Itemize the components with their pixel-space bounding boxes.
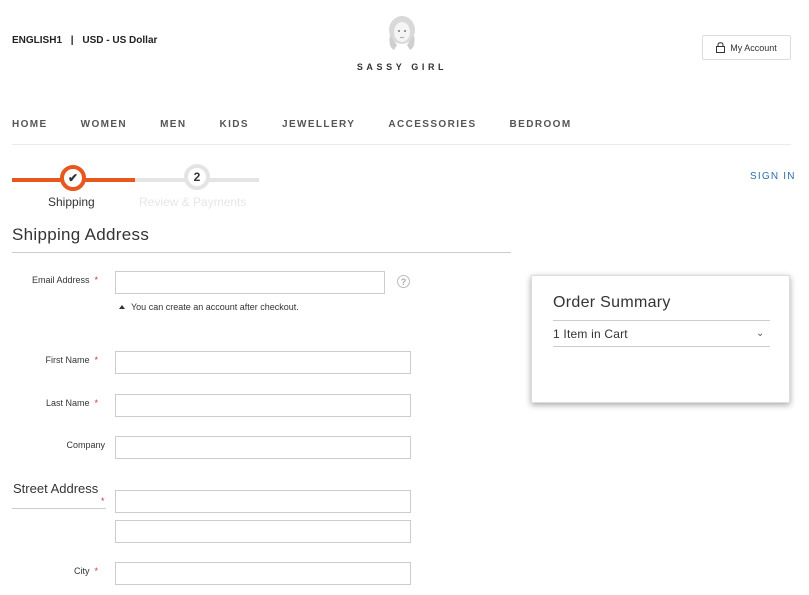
last-name-field[interactable] bbox=[115, 394, 411, 417]
nav-divider bbox=[12, 144, 791, 145]
help-icon[interactable]: ? bbox=[397, 275, 410, 288]
first-name-label: First Name * bbox=[45, 355, 98, 365]
nav-item-accessories[interactable]: ACCESSORIES bbox=[388, 119, 476, 130]
chevron-down-icon[interactable]: ⌄ bbox=[756, 328, 764, 339]
city-field[interactable] bbox=[115, 562, 411, 585]
logo-face-icon bbox=[389, 16, 415, 50]
step-review-label: Review & Payments bbox=[139, 195, 247, 209]
nav-item-bedroom[interactable]: BEDROOM bbox=[510, 119, 572, 130]
last-name-label: Last Name * bbox=[45, 398, 98, 408]
caret-up-icon bbox=[119, 305, 125, 309]
email-hint: You can create an account after checkout… bbox=[119, 302, 299, 312]
street-line2-field[interactable] bbox=[115, 520, 411, 543]
summary-divider-top bbox=[553, 320, 770, 321]
required-marker: * bbox=[94, 355, 98, 365]
street-line1-field[interactable] bbox=[115, 490, 411, 513]
order-summary-panel: Order Summary 1 Item in Cart ⌄ bbox=[531, 275, 790, 403]
first-name-field[interactable] bbox=[115, 351, 411, 374]
my-account-label: My Account bbox=[730, 42, 777, 53]
nav-item-home[interactable]: HOME bbox=[12, 119, 48, 130]
email-field[interactable] bbox=[115, 271, 385, 294]
language-switcher[interactable]: ENGLISH1 bbox=[12, 35, 62, 46]
required-marker: * bbox=[94, 398, 98, 408]
nav-item-women[interactable]: WOMEN bbox=[81, 119, 127, 130]
email-label: Email Address * bbox=[31, 275, 98, 285]
lock-icon bbox=[716, 42, 726, 53]
switcher-separator: | bbox=[70, 35, 74, 46]
required-marker: * bbox=[101, 496, 105, 506]
logo-text: SASSY GIRL bbox=[356, 62, 448, 72]
items-in-cart-toggle[interactable]: 1 Item in Cart bbox=[553, 327, 628, 341]
required-marker: * bbox=[94, 566, 98, 576]
required-marker: * bbox=[94, 275, 98, 285]
street-legend-divider bbox=[12, 508, 106, 509]
page-title: Shipping Address bbox=[12, 225, 150, 244]
nav-item-men[interactable]: MEN bbox=[160, 119, 186, 130]
store-switcher: ENGLISH1 | USD - US Dollar bbox=[12, 35, 157, 46]
company-field[interactable] bbox=[115, 436, 411, 459]
step-shipping-label[interactable]: Shipping bbox=[48, 195, 95, 209]
company-label: Company bbox=[66, 440, 105, 450]
main-nav: HOME WOMEN MEN KIDS JEWELLERY ACCESSORIE… bbox=[12, 119, 605, 130]
title-divider bbox=[12, 252, 511, 253]
summary-divider-bottom bbox=[553, 346, 770, 347]
city-label: City * bbox=[73, 566, 98, 576]
currency-switcher[interactable]: USD - US Dollar bbox=[82, 35, 157, 46]
my-account-button[interactable]: My Account bbox=[702, 35, 791, 60]
step-review-number: 2 bbox=[184, 164, 210, 190]
step-shipping-check-icon: ✔ bbox=[60, 165, 86, 191]
sign-in-link[interactable]: SIGN IN bbox=[750, 171, 796, 182]
order-summary-title: Order Summary bbox=[553, 294, 671, 311]
nav-item-kids[interactable]: KIDS bbox=[219, 119, 249, 130]
street-address-legend: Street Address bbox=[13, 481, 99, 496]
nav-item-jewellery[interactable]: JEWELLERY bbox=[282, 119, 355, 130]
store-logo[interactable]: SASSY GIRL bbox=[352, 15, 452, 72]
